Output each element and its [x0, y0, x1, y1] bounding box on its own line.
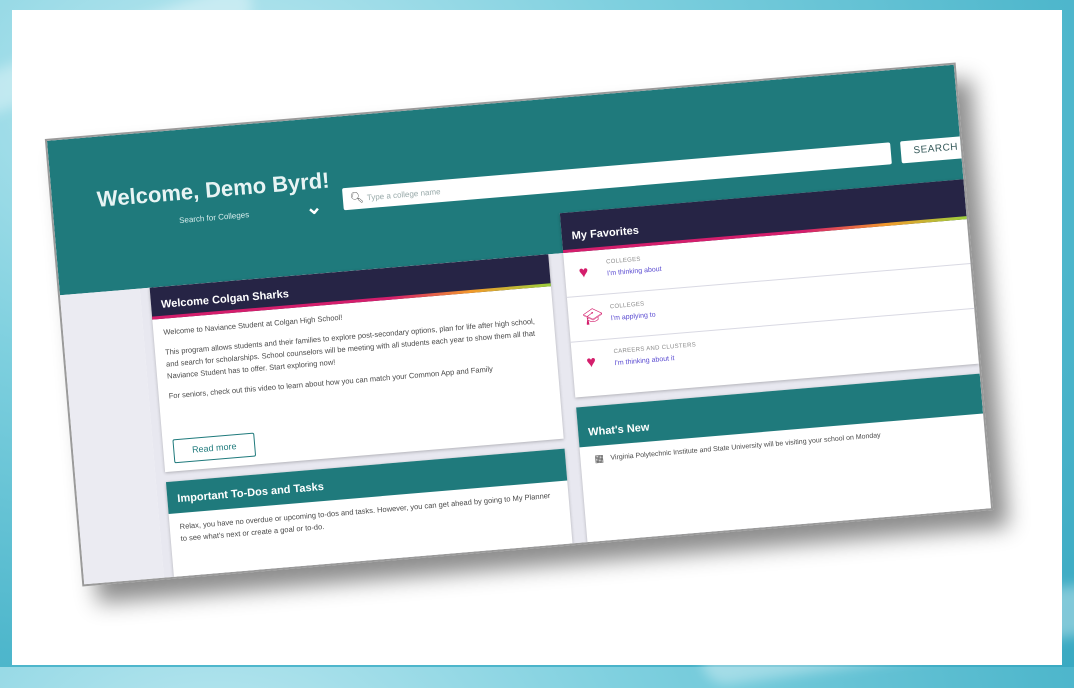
graduation-cap-icon: 🎓︎ — [581, 307, 604, 327]
calendar-icon: ▦ — [594, 453, 605, 466]
read-more-button[interactable]: Read more — [172, 432, 257, 464]
favorite-status-link[interactable]: I'm thinking about it — [614, 355, 674, 367]
favorite-status-link[interactable]: I'm applying to — [611, 312, 656, 323]
favorite-category: COLLEGES — [609, 301, 645, 311]
favorite-category: CAREERS AND CLUSTERS — [613, 342, 697, 356]
heart-icon: ♥ — [578, 264, 590, 282]
search-placeholder: Type a college name — [366, 187, 441, 203]
search-button[interactable]: SEARCH — [900, 135, 972, 164]
todos-card-title: Important To-Dos and Tasks — [176, 480, 325, 506]
welcome-card: Welcome Colgan Sharks Welcome to Navianc… — [149, 254, 564, 473]
favorite-category: COLLEGES — [605, 256, 641, 266]
favorites-card: My Favorites ♥ COLLEGES I'm thinking abo… — [559, 179, 979, 398]
favorite-status-link[interactable]: I'm thinking about — [607, 266, 662, 278]
heart-icon: ♥ — [585, 353, 597, 372]
todos-card: Important To-Dos and Tasks Relax, you ha… — [165, 448, 574, 587]
photo-frame: Welcome, Demo Byrd! Search for Colleges … — [12, 10, 1062, 665]
search-type-dropdown-label[interactable]: Search for Colleges — [179, 210, 250, 225]
naviance-screenshot: Welcome, Demo Byrd! Search for Colleges … — [44, 62, 994, 587]
chevron-down-icon[interactable]: ⌄ — [304, 194, 324, 220]
favorites-card-title: My Favorites — [571, 224, 640, 243]
whats-new-title: What's New — [587, 421, 650, 439]
welcome-heading: Welcome, Demo Byrd! — [96, 167, 331, 212]
whats-new-card: What's New ▦ Virginia Polytechnic Instit… — [576, 373, 993, 557]
search-icon: 🔍︎ — [349, 191, 365, 205]
